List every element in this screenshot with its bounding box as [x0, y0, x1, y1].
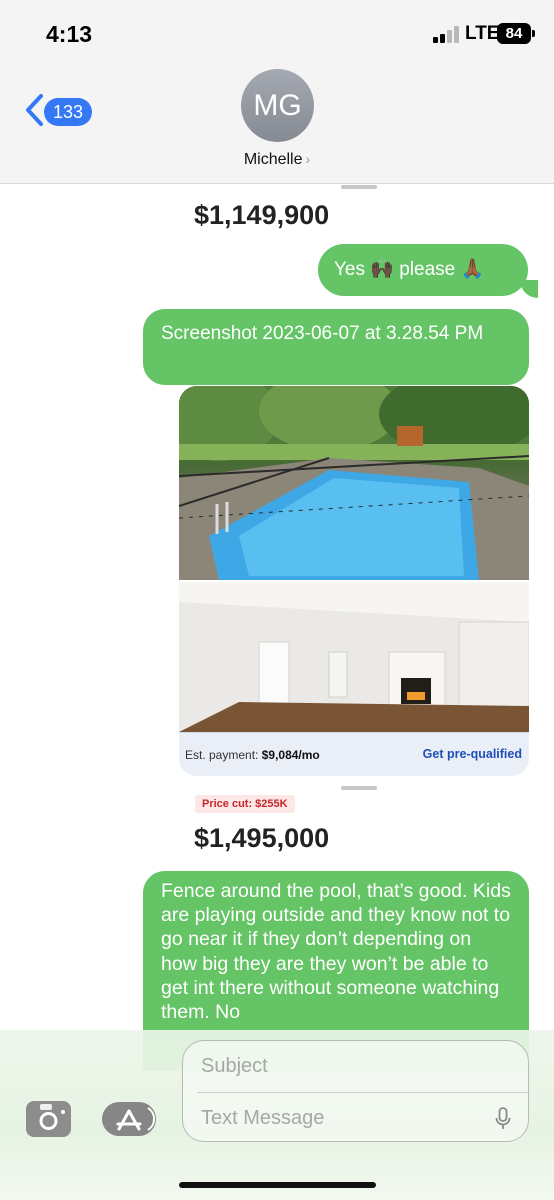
back-chevron-icon[interactable] [24, 93, 44, 127]
listing-price: $1,495,000 [194, 823, 330, 853]
text-message-field[interactable]: Text Message [201, 1107, 324, 1130]
mic-icon[interactable] [495, 1107, 511, 1131]
app-store-button[interactable] [102, 1102, 156, 1136]
listing-price: $1,149,900 [194, 200, 330, 230]
back-unread-badge[interactable]: 133 [44, 98, 92, 126]
network-label: LTE [465, 23, 500, 44]
app-store-icon [116, 1107, 155, 1131]
contact-name[interactable]: Michelle › [0, 151, 554, 169]
status-bar: 4:13 LTE 84 [0, 0, 554, 60]
bubble-tail [520, 280, 538, 298]
camera-button[interactable] [26, 1101, 71, 1137]
est-payment: Est. payment: $9,084/mo [185, 748, 320, 762]
file-attachment-bubble[interactable]: Screenshot 2023-06-07 at 3.28.54 PM [143, 309, 529, 385]
nav-header: 4:13 LTE 84 133 MG Michelle › [0, 0, 554, 184]
status-time: 4:13 [46, 21, 93, 47]
drag-handle [341, 786, 377, 790]
input-divider [197, 1092, 528, 1093]
living-room-photo [179, 582, 529, 732]
signal-icon [433, 26, 461, 43]
battery-icon: 84 [497, 23, 535, 44]
payment-bar: Est. payment: $9,084/mo Get pre-qualifie… [179, 732, 529, 776]
chevron-right-icon: › [305, 151, 311, 167]
pool-photo [179, 386, 529, 580]
home-indicator [179, 1182, 376, 1188]
subject-field[interactable]: Subject [201, 1055, 268, 1078]
get-prequalified-link[interactable]: Get pre-qualified [423, 747, 522, 761]
price-cut-badge: Price cut: $255K [195, 795, 295, 813]
drag-handle [341, 185, 377, 189]
camera-icon [39, 1104, 65, 1130]
avatar[interactable]: MG [241, 69, 314, 142]
message-bubble-yes[interactable]: Yes 🙌🏿 please 🙏🏾 [318, 244, 528, 296]
listing-screenshot[interactable]: Est. payment: $9,084/mo Get pre-qualifie… [179, 386, 529, 776]
message-input[interactable]: Subject Text Message [182, 1040, 529, 1142]
